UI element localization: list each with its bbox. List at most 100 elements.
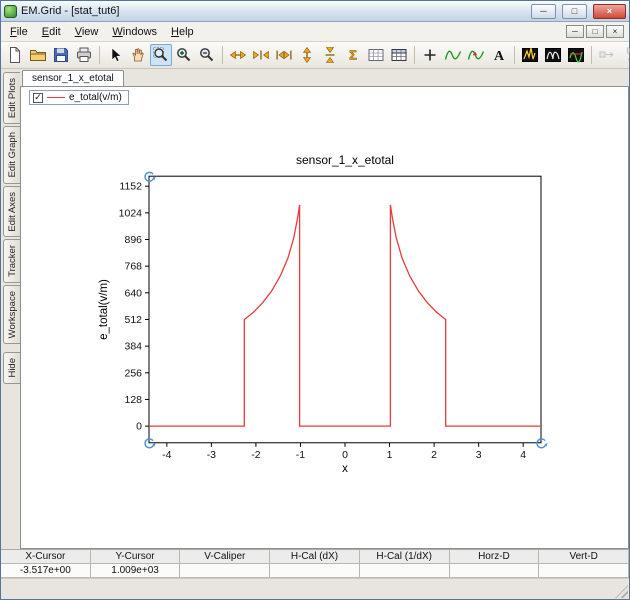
document-tab[interactable]: sensor_1_x_etotal [22, 70, 124, 86]
x-tick-label: -1 [296, 449, 305, 461]
main-content: Edit Plots Edit Graph Edit Axes Tracker Work… [1, 69, 629, 549]
zoom-y-in-button[interactable] [319, 44, 341, 66]
sidebar: Edit Plots Edit Graph Edit Axes Tracker Work… [1, 69, 20, 549]
status-value-horz-d [449, 564, 540, 578]
chart-canvas[interactable]: ✓ e_total(v/m) sensor_1_x_etotal 0 128 256 3… [20, 86, 629, 549]
status-value-row: -3.517e+00 1.009e+03 [1, 564, 629, 578]
sidebar-tab-label: Edit Plots [6, 78, 18, 119]
link-horizontal-button[interactable] [596, 44, 618, 66]
zoom-box-button[interactable] [150, 44, 172, 66]
status-header-h-cal-1-dx-: H-Cal (1/dX) [359, 550, 450, 564]
zoom-in-button[interactable] [173, 44, 195, 66]
svg-text:Σ: Σ [349, 48, 357, 63]
x-tick-label: -2 [251, 449, 260, 461]
app-window: EM.Grid - [stat_tut6] ─ □ × File Edit View… [0, 0, 630, 600]
document-area: sensor_1_x_etotal ✓ e_total(v/m) sensor_… [20, 69, 629, 549]
x-tick-label: 4 [520, 449, 526, 461]
tracker-curve-icon [444, 50, 462, 60]
x-tick-label: 0 [342, 449, 348, 461]
sidebar-tab-edit-graph[interactable]: Edit Graph [3, 126, 20, 184]
toolbar-separator [591, 46, 592, 64]
save-file-button[interactable] [50, 44, 72, 66]
resize-grip[interactable] [615, 585, 628, 598]
menu-item-windows[interactable]: Windows [105, 24, 164, 40]
add-text-icon: A [494, 49, 505, 64]
status-value-y-cursor: 1.009e+03 [90, 564, 181, 578]
save-file-icon [54, 48, 68, 62]
menu-bar-items: File Edit View Windows Help [3, 24, 201, 40]
mdi-close-button[interactable]: × [606, 25, 624, 38]
show-grid-button[interactable] [365, 44, 387, 66]
zoom-x-in-button[interactable] [250, 44, 272, 66]
spectrogram-icon [568, 48, 584, 63]
data-table-button[interactable] [388, 44, 410, 66]
spectrogram-button[interactable] [565, 44, 587, 66]
toolbar-separator [99, 46, 100, 64]
x-tick-label: -4 [162, 449, 171, 461]
app-icon [4, 4, 17, 18]
legend-checkbox[interactable]: ✓ [33, 92, 43, 103]
link-vertical-button[interactable] [619, 44, 630, 66]
y-tick-label: 512 [124, 314, 142, 326]
fft-icon [522, 47, 538, 62]
add-text-button[interactable]: A [488, 44, 510, 66]
toolbar-separator [222, 46, 223, 64]
legend-line-sample [47, 97, 65, 98]
status-header-row: X-Cursor Y-Cursor V-Caliper H-Cal (dX) H-Cal… [1, 550, 629, 564]
zoom-x-out-button[interactable] [273, 44, 295, 66]
print-button[interactable] [73, 44, 95, 66]
svg-text:A: A [494, 49, 505, 64]
link-horizontal-icon [599, 51, 614, 58]
menu-item-file[interactable]: File [3, 24, 35, 40]
window-function-button[interactable] [542, 44, 564, 66]
pan-hand-button[interactable] [127, 44, 149, 66]
plot-area[interactable] [148, 175, 542, 444]
sidebar-tab-edit-plots[interactable]: Edit Plots [3, 72, 20, 125]
mdi-restore-button[interactable]: □ [586, 25, 604, 38]
menu-item-view[interactable]: View [68, 24, 106, 40]
tracker-curve-button[interactable] [442, 44, 464, 66]
document-tab-row: sensor_1_x_etotal [20, 69, 629, 86]
mdi-controls: ─ □ × [566, 25, 627, 38]
full-scale-x-button[interactable] [227, 44, 249, 66]
full-scale-x-icon [229, 50, 247, 60]
y-tick-label: 768 [124, 261, 142, 273]
open-file-button[interactable] [27, 44, 49, 66]
menu-bar: File Edit View Windows Help ─ □ × [1, 22, 629, 42]
fft-button[interactable] [519, 44, 541, 66]
maximize-button[interactable]: □ [562, 3, 587, 19]
full-scale-y-button[interactable] [296, 44, 318, 66]
y-tick-label: 1152 [119, 181, 142, 193]
y-tick-label: 1024 [119, 207, 142, 219]
y-tick-label: 0 [136, 421, 142, 433]
link-vertical-icon [627, 47, 630, 62]
status-value-h-cal-1-dx- [359, 564, 450, 578]
sidebar-tab-label: Edit Axes [6, 191, 18, 232]
status-value-x-cursor: -3.517e+00 [1, 564, 91, 578]
status-header-v-caliper: V-Caliper [180, 550, 271, 564]
new-file-button[interactable] [4, 44, 26, 66]
curve-marker-button[interactable] [465, 44, 487, 66]
sidebar-tab-workspace[interactable]: Workspace [3, 285, 20, 345]
menu-item-help[interactable]: Help [164, 24, 201, 40]
y-tick-label: 896 [124, 234, 142, 246]
mdi-minimize-button[interactable]: ─ [566, 25, 584, 38]
zoom-x-in-icon [253, 50, 269, 60]
sidebar-tab-tracker[interactable]: Tracker [3, 239, 20, 284]
zoom-out-icon [200, 48, 214, 62]
add-marker-button[interactable] [419, 44, 441, 66]
status-header-horz-d: Horz-D [449, 550, 540, 564]
menu-item-edit[interactable]: Edit [35, 24, 68, 40]
close-button[interactable]: × [593, 3, 626, 19]
zoom-in-icon [177, 48, 191, 62]
select-cursor-button[interactable] [104, 44, 126, 66]
full-scale-y-icon [302, 46, 312, 64]
autoscale-button[interactable]: Σ [342, 44, 364, 66]
zoom-out-button[interactable] [196, 44, 218, 66]
sidebar-tab-edit-axes[interactable]: Edit Axes [3, 185, 20, 238]
toolbar-separator [414, 46, 415, 64]
show-grid-icon [368, 49, 384, 61]
minimize-button[interactable]: ─ [531, 3, 556, 19]
legend[interactable]: ✓ e_total(v/m) [29, 90, 129, 105]
sidebar-tab-hide[interactable]: Hide [3, 352, 20, 384]
